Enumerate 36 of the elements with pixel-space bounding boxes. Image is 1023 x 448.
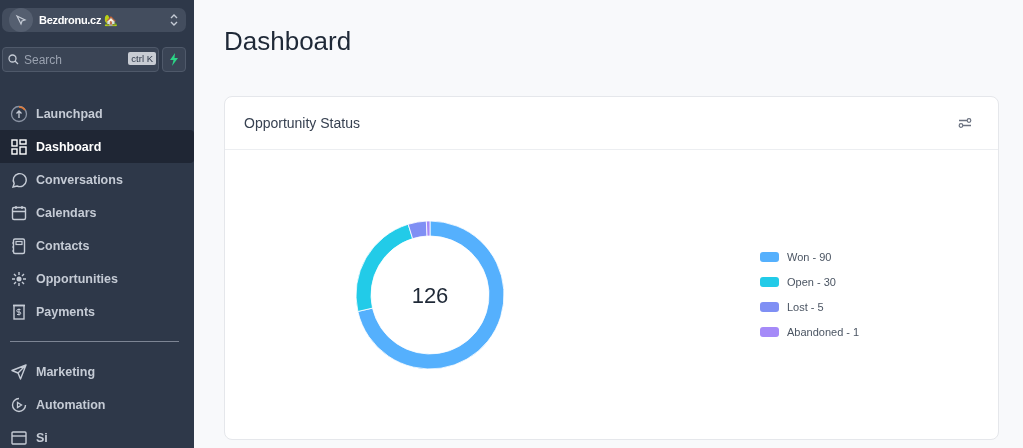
nav-item[interactable]: Marketing (0, 355, 194, 388)
chat-bubble-icon (10, 170, 28, 189)
rocket-circle-icon (10, 104, 28, 123)
paper-plane-icon (10, 362, 28, 381)
window-icon (10, 428, 28, 447)
shortcut-hint: ctrl K (128, 52, 156, 65)
lightning-icon (169, 53, 179, 66)
nav-item[interactable]: Conversations (0, 163, 194, 196)
sliders-icon (958, 117, 972, 129)
account-switcher[interactable]: Bezdronu.cz 🏡 (2, 8, 186, 32)
grid-icon (10, 137, 28, 156)
page-title: Dashboard (224, 26, 353, 56)
legend-label: Open - 30 (787, 276, 836, 288)
nav-item[interactable]: Payments (0, 295, 194, 328)
legend-label: Won - 90 (787, 251, 832, 263)
account-name: Bezdronu.cz 🏡 (39, 13, 119, 27)
nav-item[interactable]: Si (0, 421, 194, 448)
search-icon (8, 54, 19, 65)
total-count: 126 (411, 282, 449, 308)
nav-item[interactable]: Dashboard (0, 130, 194, 163)
quick-action-button[interactable] (162, 47, 186, 72)
legend-label: Abandoned - 1 (787, 326, 860, 338)
calendar-icon (10, 203, 28, 222)
play-circle-icon (10, 395, 28, 414)
card-title: Opportunity Status (244, 115, 360, 131)
nav-item[interactable]: Contacts (0, 229, 194, 262)
receipt-icon (10, 302, 28, 321)
legend-label: Lost - 5 (787, 301, 824, 313)
nav-item[interactable]: Opportunities (0, 262, 194, 295)
address-book-icon (10, 236, 28, 255)
nav-item[interactable]: Automation (0, 388, 194, 421)
nav-item[interactable]: Calendars (0, 196, 194, 229)
cursor-icon (15, 14, 27, 26)
chevron-up-down-icon (170, 13, 178, 27)
nav-item[interactable]: Launchpad (0, 97, 194, 130)
filter-button[interactable] (958, 117, 972, 129)
